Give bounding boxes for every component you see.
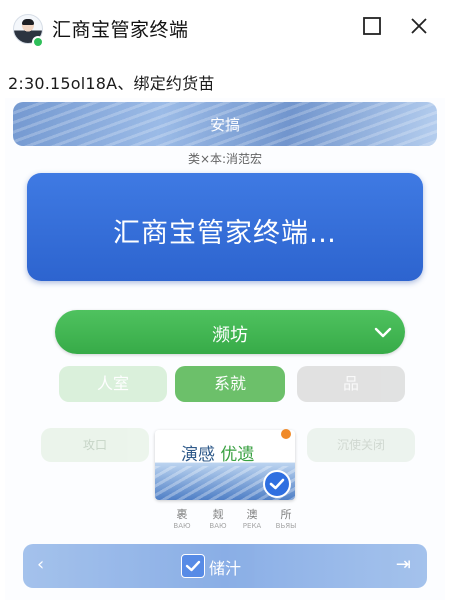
tiny-label-sub: РЕКА <box>242 522 262 530</box>
card-title-a: 演感 <box>181 445 215 465</box>
tiny-label-main: 觌 <box>212 508 224 521</box>
online-status-icon <box>32 36 44 48</box>
notification-badge <box>281 429 291 439</box>
tiny-label-sub: ВАЮ <box>173 522 191 530</box>
tiny-label-1: 裹 ВАЮ <box>165 506 199 530</box>
tiny-label-sub: ВАЮ <box>209 522 227 530</box>
maximize-icon <box>363 17 381 35</box>
chip-option-2[interactable]: 系就 <box>175 366 285 402</box>
bottom-action-bar[interactable]: ‹ 储汁 ⇥ <box>23 544 427 588</box>
status-line: 2:30.15ol18A、绑定约货苗 <box>8 74 215 93</box>
chevron-down-icon <box>374 327 392 338</box>
close-icon <box>411 18 427 34</box>
chip-option-1[interactable]: 人室 <box>59 366 167 402</box>
tiny-label-2: 觌 ВАЮ <box>201 506 235 530</box>
selector-value: 濒坊 <box>212 325 248 346</box>
bottom-bar-label: 储汁 <box>209 559 242 578</box>
selector-dropdown[interactable]: 濒坊 <box>55 310 405 354</box>
tiny-label-sub: ВЬЯЫ <box>275 522 297 530</box>
tiny-label-3: 澳 РЕКА <box>235 506 269 530</box>
chip-option-3[interactable]: 品 <box>297 366 405 402</box>
card-title-b: 优遗 <box>220 445 255 465</box>
tiny-label-4: 所 ВЬЯЫ <box>269 506 303 530</box>
window-title: 汇商宝管家终端 <box>52 19 189 41</box>
device-screen: 安搞 类×本:消范宏 汇商宝管家终端… 濒坊 人室 系就 品 攻口 沉使关闭 演… <box>5 98 445 600</box>
banner-label: 安搞 <box>209 116 240 134</box>
top-banner[interactable]: 安搞 <box>13 102 437 146</box>
tiny-label-main: 裹 <box>176 508 188 521</box>
tiny-label-main: 澳 <box>246 508 258 521</box>
arrow-end-icon[interactable]: ⇥ <box>396 554 411 575</box>
checkmark-icon <box>185 560 201 572</box>
close-button[interactable] <box>409 16 431 38</box>
maximize-button[interactable] <box>362 16 384 38</box>
checkmark-icon <box>269 478 285 490</box>
card-title: 演感 优遗 <box>181 440 254 465</box>
subtitle: 类×本:消范宏 <box>187 152 263 166</box>
hero-card[interactable]: 汇商宝管家终端… <box>27 173 423 281</box>
tiny-label-main: 所 <box>280 508 292 521</box>
check-circle-icon[interactable] <box>263 470 291 498</box>
secondary-button-left[interactable]: 攻口 <box>41 428 149 462</box>
title-bar: 汇商宝管家终端 <box>0 0 450 56</box>
secondary-button-right[interactable]: 沉使关闭 <box>307 428 415 462</box>
hero-text: 汇商宝管家终端… <box>113 218 337 249</box>
chevron-left-icon[interactable]: ‹ <box>37 554 44 575</box>
bottom-checkbox[interactable] <box>181 554 205 578</box>
